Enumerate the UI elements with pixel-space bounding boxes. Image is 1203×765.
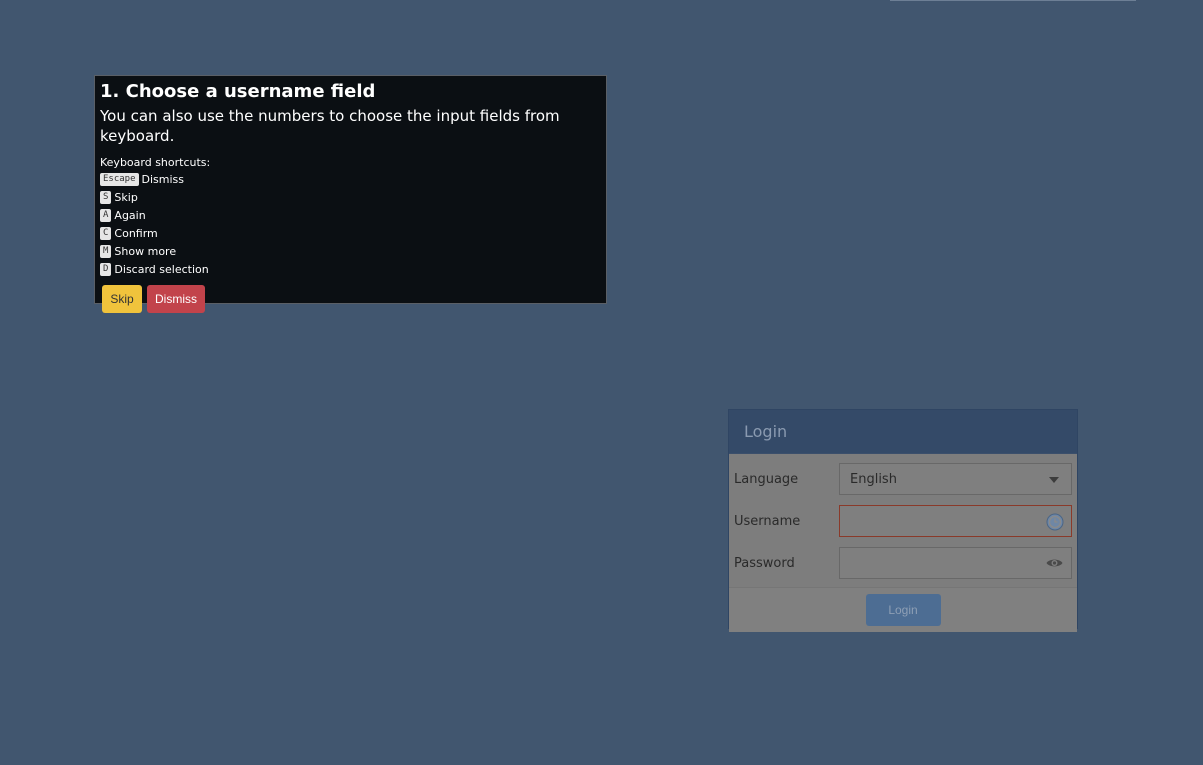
skip-button[interactable]: Skip [102, 285, 142, 313]
shortcut-show-more: M Show more [100, 242, 601, 260]
shortcut-skip: S Skip [100, 188, 601, 206]
language-select[interactable]: English [839, 463, 1072, 495]
shortcut-key: D [100, 262, 112, 276]
eye-icon[interactable] [1046, 557, 1063, 569]
top-edge-strip [890, 0, 1136, 1]
shortcut-label: Show more [114, 244, 177, 258]
language-label: Language [734, 471, 799, 487]
password-input[interactable] [839, 547, 1072, 579]
shortcut-key: Escape [100, 172, 139, 186]
username-row: Username [729, 500, 1077, 542]
login-form: Language English Username Password [729, 454, 1077, 587]
login-footer: Login [729, 587, 1077, 632]
helper-description: You can also use the numbers to choose t… [100, 107, 560, 145]
helper-buttons: Skip Dismiss [102, 285, 601, 313]
dismiss-button[interactable]: Dismiss [147, 285, 205, 313]
shortcut-key: C [100, 226, 112, 240]
shortcut-confirm: C Confirm [100, 224, 601, 242]
shortcut-key: A [100, 208, 112, 222]
shortcut-key: M [100, 244, 112, 258]
shortcut-label: Discard selection [114, 262, 209, 276]
language-row: Language English [729, 458, 1077, 500]
page: 1. Choose a username field You can also … [0, 0, 1203, 765]
selection-helper-overlay: 1. Choose a username field You can also … [94, 75, 607, 313]
shortcuts-title: Keyboard shortcuts: [100, 156, 211, 169]
shortcut-label: Confirm [114, 226, 158, 240]
shortcut-label: Again [114, 208, 146, 222]
shortcut-escape: Escape Dismiss [100, 170, 601, 188]
login-button[interactable]: Login [865, 594, 941, 626]
shortcut-label: Dismiss [141, 172, 185, 186]
password-row: Password [729, 542, 1077, 584]
shortcut-again: A Again [100, 206, 601, 224]
chevron-down-icon [1049, 477, 1059, 483]
shortcut-discard-selection: D Discard selection [100, 260, 601, 278]
username-input[interactable] [839, 505, 1072, 537]
password-label: Password [734, 555, 795, 571]
helper-title: 1. Choose a username field [100, 81, 376, 102]
shortcut-label: Skip [114, 190, 138, 204]
shortcut-key: S [100, 190, 112, 204]
clock-icon[interactable] [1046, 513, 1064, 531]
language-value: English [850, 471, 897, 487]
username-label: Username [734, 513, 801, 529]
login-title: Login [729, 410, 1077, 454]
login-panel: Login Language English Username Password… [728, 409, 1078, 632]
